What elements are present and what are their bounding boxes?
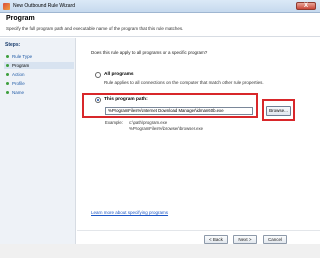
program-path-input[interactable]: %ProgramFiles%\Internet Download Manager… <box>105 107 253 115</box>
sidebar-item-label: Rule Type <box>12 54 33 59</box>
all-programs-radio[interactable] <box>95 72 101 78</box>
step-bullet-icon <box>6 91 9 94</box>
step-bullet-icon <box>6 82 9 85</box>
scope-question: Does this rule apply to all programs or … <box>91 50 208 55</box>
sidebar-item-program[interactable]: Program <box>4 62 74 69</box>
learn-more-link[interactable]: Learn more about specifying programs <box>91 210 168 215</box>
this-program-radio[interactable] <box>95 97 101 103</box>
steps-sidebar: Steps: Rule Type Program Action Profile … <box>0 38 76 244</box>
next-button[interactable]: Next > <box>233 235 257 244</box>
close-button[interactable]: X <box>296 2 316 10</box>
step-bullet-icon <box>6 55 9 58</box>
title-bar: New Outbound Rule Wizard X <box>0 0 320 13</box>
sidebar-item-label: Profile <box>12 81 25 86</box>
main-content: Does this rule apply to all programs or … <box>77 38 320 258</box>
window-bottom-edge <box>0 244 320 258</box>
example-label: Example: <box>105 120 123 125</box>
step-bullet-icon <box>6 64 9 67</box>
page-subtitle: Specify the full program path and execut… <box>6 26 184 31</box>
example-line: %ProgramFiles%\browser\browser.exe <box>129 126 204 131</box>
footer-divider <box>77 230 320 231</box>
all-programs-description: Rule applies to all connections on the c… <box>104 80 264 85</box>
sidebar-item-action[interactable]: Action <box>4 71 74 78</box>
sidebar-item-label: Name <box>12 90 25 95</box>
all-programs-label[interactable]: All programs <box>104 72 134 77</box>
this-program-label[interactable]: This program path: <box>104 97 148 102</box>
sidebar-item-rule-type[interactable]: Rule Type <box>4 53 74 60</box>
firewall-icon <box>3 3 10 10</box>
sidebar-item-profile[interactable]: Profile <box>4 80 74 87</box>
step-bullet-icon <box>6 73 9 76</box>
window-title: New Outbound Rule Wizard <box>13 3 75 9</box>
cancel-button[interactable]: Cancel <box>263 235 287 244</box>
page-title: Program <box>6 15 35 22</box>
page-header: Program Specify the full program path an… <box>0 13 320 37</box>
back-button[interactable]: < Back <box>204 235 228 244</box>
sidebar-item-label: Action <box>12 72 25 77</box>
browse-button[interactable]: Browse... <box>266 106 291 116</box>
example-line: c:\path\program.exe <box>129 120 168 125</box>
sidebar-item-label: Program <box>12 63 30 68</box>
steps-title: Steps: <box>5 42 21 48</box>
sidebar-item-name[interactable]: Name <box>4 89 74 96</box>
